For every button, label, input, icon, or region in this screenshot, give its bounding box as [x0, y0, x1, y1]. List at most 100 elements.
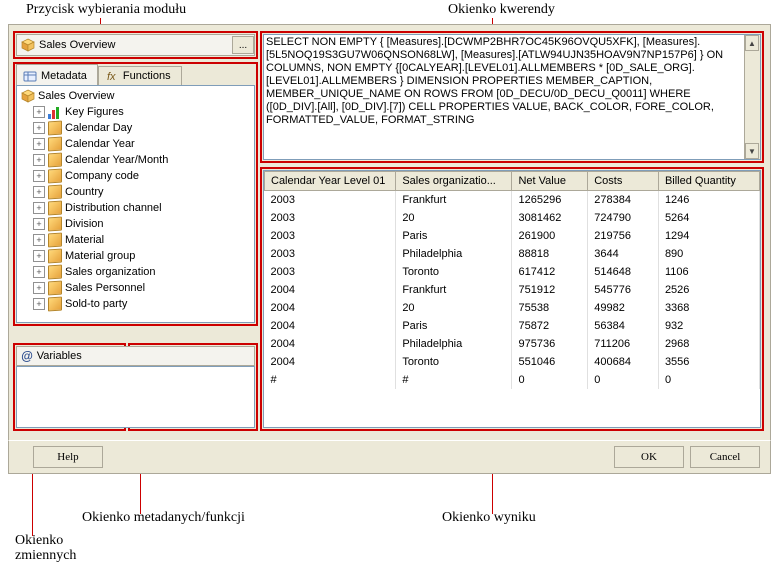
tree-item[interactable]: + Sales Personnel: [19, 280, 252, 296]
tree-expand-button[interactable]: +: [33, 250, 45, 262]
tree-item-label: Company code: [65, 170, 139, 182]
tree-item[interactable]: + Sold-to party: [19, 296, 252, 312]
table-row[interactable]: 2003Toronto6174125146481106: [265, 263, 760, 281]
tree-item-label: Calendar Year/Month: [65, 154, 168, 166]
tree-expand-button[interactable]: +: [33, 234, 45, 246]
table-cell: 1265296: [512, 191, 588, 209]
tree-item-label: Distribution channel: [65, 202, 162, 214]
help-button[interactable]: Help: [33, 446, 103, 468]
table-cell: 0: [588, 371, 659, 389]
table-cell: 2003: [265, 191, 396, 209]
table-cell: 2968: [658, 335, 759, 353]
tab-metadata-label: Metadata: [41, 70, 87, 82]
tree-expand-button[interactable]: +: [33, 122, 45, 134]
table-cell: Frankfurt: [396, 281, 512, 299]
tree-expand-button[interactable]: +: [33, 106, 45, 118]
tree-item[interactable]: +Calendar Day: [19, 120, 252, 136]
tab-functions-label: Functions: [123, 70, 171, 82]
tree-expand-button[interactable]: +: [33, 218, 45, 230]
variables-header: @ Variables: [16, 346, 255, 366]
tree-item[interactable]: +Division: [19, 216, 252, 232]
dialog-footer: Help OK Cancel: [8, 440, 771, 474]
tree-root[interactable]: Sales Overview: [19, 88, 252, 104]
module-browse-button[interactable]: ...: [232, 36, 254, 54]
scroll-up-button[interactable]: ▲: [745, 35, 759, 51]
tab-functions[interactable]: fx Functions: [98, 66, 182, 85]
scrollbar-vertical[interactable]: ▲ ▼: [744, 35, 760, 159]
tree-expand-button[interactable]: +: [33, 186, 45, 198]
at-icon: @: [21, 349, 33, 363]
table-row[interactable]: 2003Philadelphia888183644890: [265, 245, 760, 263]
metadata-functions-tabs: Metadata fx Functions: [16, 64, 255, 86]
tree-expand-button[interactable]: +: [33, 282, 45, 294]
table-cell: #: [396, 371, 512, 389]
tree-item-label: Sales Personnel: [65, 282, 145, 294]
column-header[interactable]: Costs: [588, 172, 659, 191]
ok-button[interactable]: OK: [614, 446, 684, 468]
measures-icon: [48, 105, 62, 119]
dimension-icon: [48, 185, 62, 200]
table-cell: 890: [658, 245, 759, 263]
table-row[interactable]: 20032030814627247905264: [265, 209, 760, 227]
dimension-icon: [48, 233, 62, 248]
tree-expand-button[interactable]: +: [33, 298, 45, 310]
mdx-query-textarea[interactable]: SELECT NON EMPTY { [Measures].[DCWMP2BHR…: [263, 34, 761, 160]
tree-item[interactable]: +Sales organization: [19, 264, 252, 280]
mdx-query-text: SELECT NON EMPTY { [Measures].[DCWMP2BHR…: [266, 36, 736, 127]
table-cell: 3556: [658, 353, 759, 371]
column-header[interactable]: Billed Quantity: [658, 172, 759, 191]
variables-list[interactable]: [16, 366, 255, 428]
tree-expand-button[interactable]: +: [33, 154, 45, 166]
table-cell: 2003: [265, 209, 396, 227]
tree-expand-button[interactable]: +: [33, 138, 45, 150]
cube-icon: [21, 89, 35, 103]
table-row[interactable]: 2004Paris7587256384932: [265, 317, 760, 335]
results-grid[interactable]: Calendar Year Level 01Sales organizatio.…: [263, 170, 761, 428]
callout-result-pane: Okienko wyniku: [442, 510, 536, 526]
metadata-icon: [23, 69, 37, 83]
table-row[interactable]: 2004Frankfurt7519125457762526: [265, 281, 760, 299]
table-cell: 5264: [658, 209, 759, 227]
table-cell: 261900: [512, 227, 588, 245]
tree-item[interactable]: +Calendar Year: [19, 136, 252, 152]
tree-item[interactable]: +Key Figures: [19, 104, 252, 120]
tree-item-label: Material: [65, 234, 104, 246]
cancel-button[interactable]: Cancel: [690, 446, 760, 468]
tree-item-label: Material group: [65, 250, 135, 262]
tree-item[interactable]: + Distribution channel: [19, 200, 252, 216]
results-table: Calendar Year Level 01Sales organizatio.…: [264, 171, 760, 389]
table-row[interactable]: 2004Toronto5510464006843556: [265, 353, 760, 371]
dimension-icon: [48, 265, 62, 280]
table-row[interactable]: 20042075538499823368: [265, 299, 760, 317]
table-cell: 75872: [512, 317, 588, 335]
callout-module-selector: Przycisk wybierania modułu: [26, 2, 186, 18]
dimension-icon: [48, 153, 62, 168]
column-header[interactable]: Net Value: [512, 172, 588, 191]
tree-expand-button[interactable]: +: [33, 170, 45, 182]
table-cell: 3644: [588, 245, 659, 263]
table-cell: 751912: [512, 281, 588, 299]
table-row[interactable]: 2003Paris2619002197561294: [265, 227, 760, 245]
column-header[interactable]: Sales organizatio...: [396, 172, 512, 191]
table-row[interactable]: 2003Frankfurt12652962783841246: [265, 191, 760, 209]
dimension-icon: [48, 217, 62, 232]
table-cell: 400684: [588, 353, 659, 371]
tree-expand-button[interactable]: +: [33, 266, 45, 278]
table-cell: 551046: [512, 353, 588, 371]
tree-expand-button[interactable]: +: [33, 202, 45, 214]
column-header[interactable]: Calendar Year Level 01: [265, 172, 396, 191]
tree-item[interactable]: + Calendar Year/Month: [19, 152, 252, 168]
scroll-down-button[interactable]: ▼: [745, 143, 759, 159]
table-row[interactable]: ##000: [265, 371, 760, 389]
cube-icon: [21, 38, 35, 52]
tree-item[interactable]: + Material group: [19, 248, 252, 264]
tree-item[interactable]: + Material: [19, 232, 252, 248]
table-row[interactable]: 2004Philadelphia9757367112062968: [265, 335, 760, 353]
metadata-tree[interactable]: Sales Overview +Key Figures+Calendar Day…: [16, 85, 255, 323]
tree-item-label: Sold-to party: [65, 298, 127, 310]
tree-item[interactable]: + Company code: [19, 168, 252, 184]
tree-item[interactable]: +Country: [19, 184, 252, 200]
dimension-icon: [48, 169, 62, 184]
table-cell: 20: [396, 299, 512, 317]
tab-metadata[interactable]: Metadata: [16, 64, 98, 86]
